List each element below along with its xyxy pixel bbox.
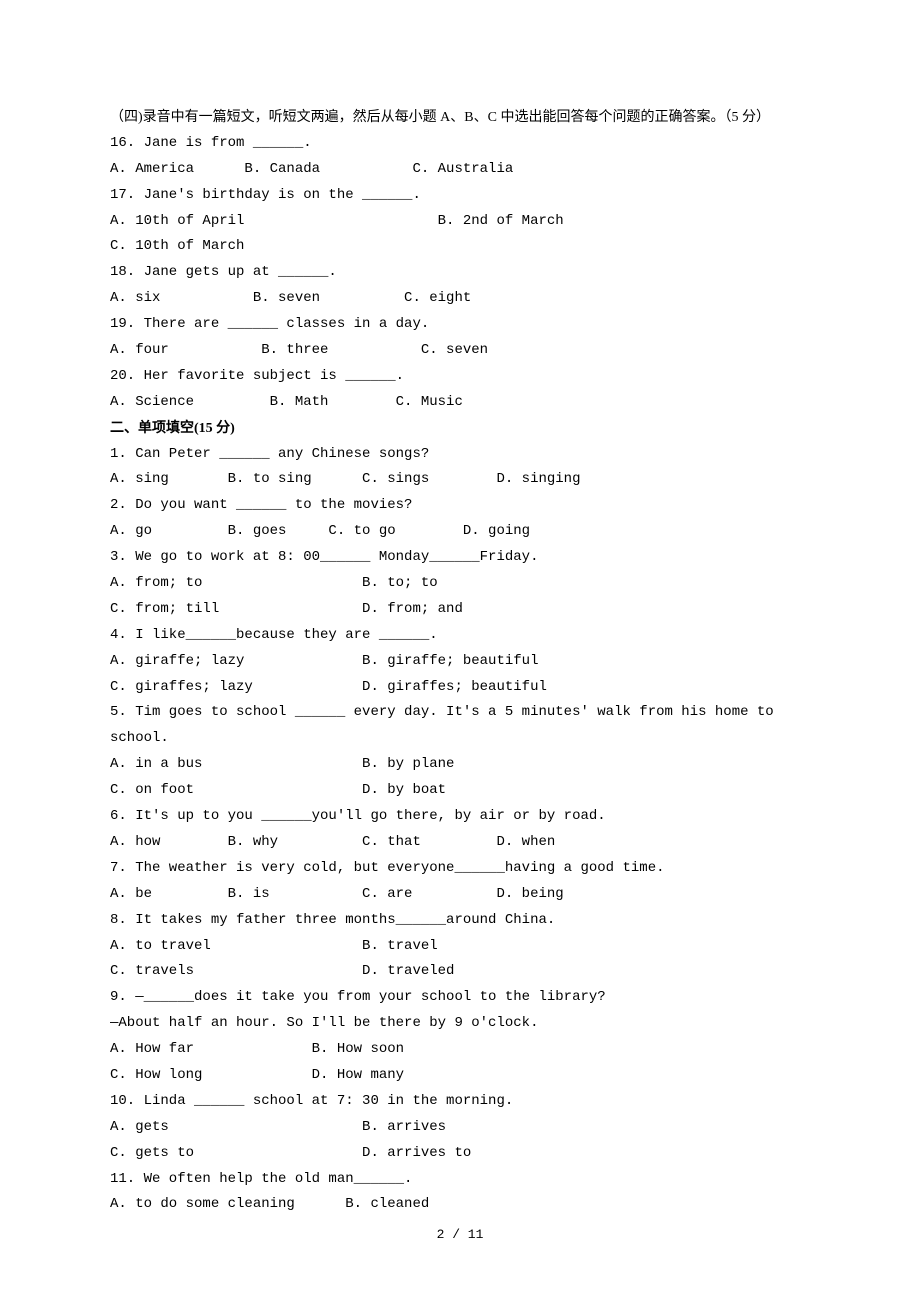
s2q7-options: A. be B. is C. are D. being [110, 882, 810, 908]
s2q9-optsAB: A. How far B. How soon [110, 1037, 810, 1063]
q19-options: A. four B. three C. seven [110, 338, 810, 364]
s2q5-text2: school. [110, 726, 810, 752]
q19-text: 19. There are ______ classes in a day. [110, 312, 810, 338]
s2q10-optsAB: A. gets B. arrives [110, 1115, 810, 1141]
q16-options: A. America B. Canada C. Australia [110, 157, 810, 183]
section4-instruction: （四)录音中有一篇短文，听短文两遍，然后从每小题 A、B、C 中选出能回答每个问… [110, 105, 810, 131]
page-container: （四)录音中有一篇短文，听短文两遍，然后从每小题 A、B、C 中选出能回答每个问… [0, 0, 920, 1302]
s2q3-text: 3. We go to work at 8: 00______ Monday__… [110, 545, 810, 571]
q17-options-row1: A. 10th of April B. 2nd of March [110, 209, 810, 235]
q17-optB: B. 2nd of March [438, 213, 564, 229]
s2q10-text: 10. Linda ______ school at 7: 30 in the … [110, 1089, 810, 1115]
s2q11-text: 11. We often help the old man______. [110, 1167, 810, 1193]
s2q8-optsAB: A. to travel B. travel [110, 934, 810, 960]
s2q2-text: 2. Do you want ______ to the movies? [110, 493, 810, 519]
q18-options: A. six B. seven C. eight [110, 286, 810, 312]
s2q9-optsCD: C. How long D. How many [110, 1063, 810, 1089]
s2q8-text: 8. It takes my father three months______… [110, 908, 810, 934]
q17-optA: A. 10th of April [110, 213, 244, 229]
s2q5-text1: 5. Tim goes to school ______ every day. … [110, 700, 810, 726]
section2-title: 二、单项填空(15 分) [110, 416, 810, 442]
q18-text: 18. Jane gets up at ______. [110, 260, 810, 286]
s2q3-optsCD: C. from; till D. from; and [110, 597, 810, 623]
s2q6-options: A. how B. why C. that D. when [110, 830, 810, 856]
s2q10-optsCD: C. gets to D. arrives to [110, 1141, 810, 1167]
s2q9-text2: —About half an hour. So I'll be there by… [110, 1011, 810, 1037]
s2q1-options: A. sing B. to sing C. sings D. singing [110, 467, 810, 493]
s2q11-optsAB: A. to do some cleaning B. cleaned [110, 1192, 810, 1218]
s2q4-optsAB: A. giraffe; lazy B. giraffe; beautiful [110, 649, 810, 675]
s2q7-text: 7. The weather is very cold, but everyon… [110, 856, 810, 882]
q20-text: 20. Her favorite subject is ______. [110, 364, 810, 390]
s2q3-optsAB: A. from; to B. to; to [110, 571, 810, 597]
s2q9-text1: 9. —______does it take you from your sch… [110, 985, 810, 1011]
s2q6-text: 6. It's up to you ______you'll go there,… [110, 804, 810, 830]
q16-text: 16. Jane is from ______. [110, 131, 810, 157]
s2q1-text: 1. Can Peter ______ any Chinese songs? [110, 442, 810, 468]
s2q2-options: A. go B. goes C. to go D. going [110, 519, 810, 545]
s2q5-optsCD: C. on foot D. by boat [110, 778, 810, 804]
s2q5-optsAB: A. in a bus B. by plane [110, 752, 810, 778]
s2q4-optsCD: C. giraffes; lazy D. giraffes; beautiful [110, 675, 810, 701]
page-number: 2 / 11 [0, 1223, 920, 1247]
q17-optC: C. 10th of March [110, 234, 810, 260]
q17-text: 17. Jane's birthday is on the ______. [110, 183, 810, 209]
s2q8-optsCD: C. travels D. traveled [110, 959, 810, 985]
q20-options: A. Science B. Math C. Music [110, 390, 810, 416]
s2q4-text: 4. I like______because they are ______. [110, 623, 810, 649]
